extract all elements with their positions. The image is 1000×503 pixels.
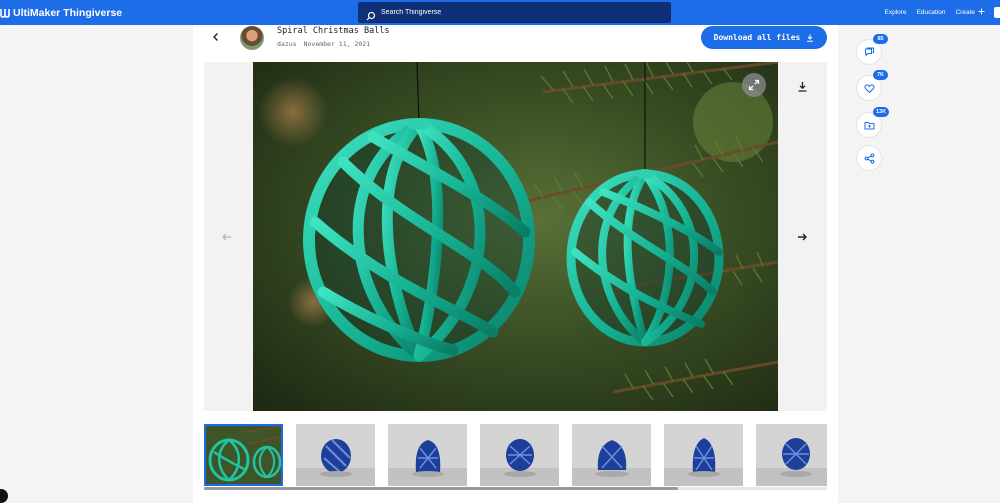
publish-date: November 11, 2021: [303, 40, 371, 48]
thumbnail-scrollbar[interactable]: [204, 487, 678, 490]
thumbnail-2[interactable]: [296, 424, 375, 486]
folder-icon: [864, 121, 874, 129]
search-bar[interactable]: [358, 2, 671, 23]
thumbnail-6[interactable]: [664, 424, 743, 486]
collect-button[interactable]: 13K: [857, 107, 890, 137]
avatar[interactable]: [240, 26, 264, 50]
search-input[interactable]: [381, 9, 651, 16]
thumbnail-1[interactable]: [204, 424, 283, 486]
thumbnail-3[interactable]: [388, 424, 467, 486]
nav-explore[interactable]: Explore: [885, 9, 907, 16]
comments-count-badge: 85: [873, 34, 888, 44]
page-title: Spiral Christmas Balls: [277, 26, 390, 36]
download-icon: [807, 34, 814, 42]
likes-count-badge: 7K: [873, 70, 888, 80]
thing-meta: dazus November 11, 2021: [277, 40, 370, 48]
download-image-button[interactable]: [792, 76, 812, 96]
like-button[interactable]: 7K: [857, 70, 888, 100]
download-icon: [798, 81, 806, 92]
thumbnail-strip: [204, 424, 827, 486]
share-icon: [864, 152, 874, 164]
plus-icon: [978, 8, 985, 17]
heart-icon: [863, 83, 875, 93]
comments-icon: [864, 47, 874, 56]
comments-button[interactable]: 85: [857, 34, 888, 64]
main-photo[interactable]: [253, 62, 778, 411]
user-menu-button[interactable]: [994, 7, 1000, 18]
arrow-left-icon: [213, 33, 218, 41]
arrow-left-icon: [222, 233, 231, 241]
next-image-button[interactable]: [792, 227, 812, 247]
expand-icon: [748, 79, 760, 91]
ultimaker-logo-icon: [0, 8, 10, 18]
share-button[interactable]: [857, 146, 881, 170]
nav-education[interactable]: Education: [917, 9, 946, 16]
nav-create[interactable]: Create: [955, 8, 985, 17]
left-gutter: [0, 25, 193, 503]
nav-create-label: Create: [955, 9, 975, 16]
back-button[interactable]: [209, 30, 223, 44]
thingiverse-logo[interactable]: UltiMaker Thingiverse: [0, 0, 122, 25]
author-link[interactable]: dazus: [277, 40, 297, 48]
download-all-label: Download all files: [713, 33, 801, 42]
top-navigation-bar: UltiMaker Thingiverse Explore Education …: [0, 0, 1000, 25]
collections-count-badge: 13K: [873, 107, 890, 117]
thumbnail-4[interactable]: [480, 424, 559, 486]
download-all-files-button[interactable]: Download all files: [701, 26, 827, 49]
expand-image-button[interactable]: [742, 73, 766, 97]
thumbnail-5[interactable]: [572, 424, 651, 486]
thumbnail-7[interactable]: [756, 424, 827, 486]
previous-image-button[interactable]: [219, 229, 235, 245]
top-nav-links: Explore Education Create: [885, 0, 985, 25]
search-icon: [366, 8, 376, 20]
brand-name: UltiMaker Thingiverse: [13, 6, 123, 19]
arrow-right-icon: [798, 233, 807, 241]
